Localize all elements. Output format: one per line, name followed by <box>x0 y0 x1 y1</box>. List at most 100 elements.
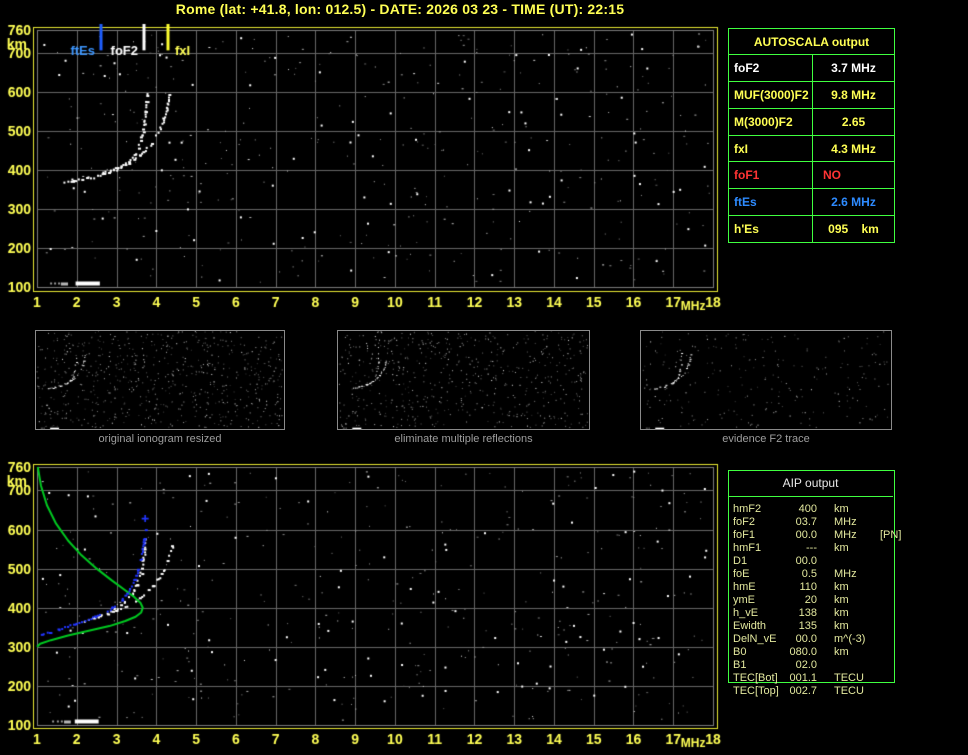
param-label: hmE <box>733 581 756 593</box>
param-label: DelN_vE <box>733 633 777 645</box>
param-value: 00.0 <box>795 529 817 541</box>
evidence-f2-trace-panel <box>640 330 892 430</box>
param-label: foF2 <box>733 516 756 528</box>
param-label: hmF1 <box>733 542 762 554</box>
table-row: foF1 00.0 MHz [PN] <box>733 529 903 542</box>
table-row: B0 080.0 km <box>733 646 903 659</box>
param-extra <box>878 633 880 646</box>
table-row: D1 00.0 <box>733 555 903 568</box>
param-value: 2.65 <box>841 114 866 129</box>
table-row: MUF(3000)F2 9.8 MHz <box>729 80 894 108</box>
param-label: M(3000)F2 <box>729 108 813 135</box>
param-value: 00.0 <box>795 555 817 567</box>
param-value: 03.7 <box>795 516 817 528</box>
param-extra <box>878 568 880 581</box>
param-label: B0 <box>733 646 747 658</box>
param-label: D1 <box>733 555 748 567</box>
param-label: ftEs <box>729 189 813 216</box>
param-unit: TECU <box>834 685 864 697</box>
param-label: ymE <box>733 594 755 606</box>
param-value: NO <box>823 168 841 183</box>
param-value: 001.1 <box>789 672 817 684</box>
param-value: --- <box>806 542 817 554</box>
table-row: B1 02.0 <box>733 659 903 672</box>
table-row: M(3000)F2 2.65 <box>729 107 894 135</box>
param-extra <box>878 555 880 568</box>
param-value: 135 <box>798 620 817 632</box>
param-extra <box>878 607 880 620</box>
panel-caption: evidence F2 trace <box>722 433 810 445</box>
param-unit: MHz <box>834 529 857 541</box>
param-value: 400 <box>798 503 817 515</box>
param-label: Ewidth <box>733 620 767 632</box>
table-row: Ewidth 135 km <box>733 620 903 633</box>
param-label: hmF2 <box>733 503 762 515</box>
param-value: 02.0 <box>795 659 817 671</box>
param-extra <box>878 672 880 685</box>
bottom-ionogram-canvas <box>0 453 730 755</box>
param-unit: MHz <box>834 568 857 580</box>
panel-caption: eliminate multiple reflections <box>394 433 533 445</box>
param-label: MUF(3000)F2 <box>729 81 813 108</box>
param-unit: km <box>834 646 849 658</box>
autoscala-table-title: AUTOSCALA output <box>729 29 894 55</box>
param-value: 4.3 MHz <box>831 141 876 156</box>
table-row: ftEs 2.6 MHz <box>729 188 894 216</box>
param-value: 20 <box>804 594 817 606</box>
param-label: fxI <box>729 135 813 162</box>
param-value: 9.8 MHz <box>831 87 876 102</box>
param-label: B1 <box>733 659 747 671</box>
top-ionogram-canvas <box>0 20 730 320</box>
table-row: TEC[Bot] 001.1 TECU <box>733 672 903 685</box>
param-extra <box>878 620 880 633</box>
table-row: foF2 03.7 MHz <box>733 516 903 529</box>
table-row: h'Es 095 km <box>729 215 894 243</box>
param-label: foF1 <box>733 529 756 541</box>
param-value: 110 <box>799 581 817 593</box>
param-extra <box>878 646 880 659</box>
param-unit <box>817 659 878 672</box>
panel-caption: original ionogram resized <box>98 433 222 445</box>
table-row: foF2 3.7 MHz <box>729 55 894 81</box>
param-extra <box>878 685 880 698</box>
original-ionogram-panel <box>35 330 285 430</box>
param-label: TEC[Top] <box>733 685 779 697</box>
param-unit: km <box>834 607 849 619</box>
page-title: Rome (lat: +41.8, lon: 012.5) - DATE: 20… <box>175 1 625 17</box>
param-unit: km <box>834 581 849 593</box>
param-label: foF1 <box>729 162 813 189</box>
table-row: TEC[Top] 002.7 TECU <box>733 685 903 698</box>
param-value: 3.7 MHz <box>831 60 876 75</box>
table-row: hmF2 400 km <box>733 503 903 516</box>
param-value: 00.0 <box>795 633 817 645</box>
param-value: 2.6 MHz <box>831 195 876 210</box>
param-extra <box>878 516 880 529</box>
param-extra <box>878 542 880 555</box>
param-unit: MHz <box>834 516 857 528</box>
autoscala-window: Rome (lat: +41.8, lon: 012.5) - DATE: 20… <box>0 0 968 755</box>
table-row: fxI 4.3 MHz <box>729 134 894 162</box>
autoscala-table: AUTOSCALA output foF2 3.7 MHz MUF(3000)F… <box>728 28 895 243</box>
param-value: 095 km <box>828 222 879 237</box>
param-label: h'Es <box>729 216 813 243</box>
param-unit: km <box>834 542 849 554</box>
param-unit: m^(-3) <box>834 633 866 645</box>
param-label: TEC[Bot] <box>733 672 778 684</box>
eliminate-reflections-panel <box>337 330 590 430</box>
param-unit <box>817 555 878 568</box>
param-label: h_vE <box>733 607 759 619</box>
param-extra <box>878 594 880 607</box>
param-extra <box>878 581 880 594</box>
table-row: h_vE 138 km <box>733 607 903 620</box>
param-extra <box>878 659 880 672</box>
param-value: 138 <box>798 607 817 619</box>
param-value: 080.0 <box>789 646 817 658</box>
param-unit: km <box>834 620 849 632</box>
param-unit: km <box>834 503 849 515</box>
table-row: hmF1 --- km <box>733 542 903 555</box>
table-row: DelN_vE 00.0 m^(-3) <box>733 633 903 646</box>
param-label: foE <box>733 568 750 580</box>
param-value: 0.5 <box>801 568 817 580</box>
aip-table-title: AIP output <box>728 470 893 497</box>
param-value: 002.7 <box>789 685 817 697</box>
